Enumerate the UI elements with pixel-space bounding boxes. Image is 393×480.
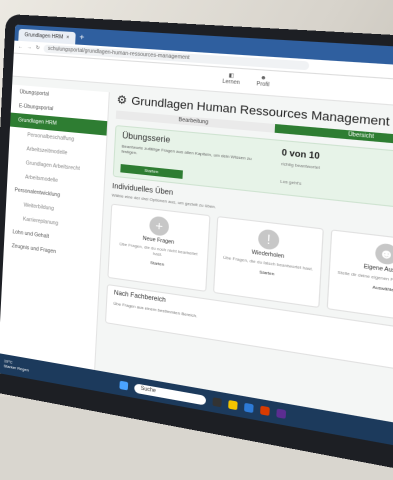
lets-go-text: Los geht's bbox=[279, 178, 302, 186]
person-icon: ☻ bbox=[374, 242, 393, 266]
laptop-screen: Grundlagen HRM × + ← → ↻ schulungsportal… bbox=[0, 24, 393, 453]
nach-desc: Übe Fragen aus einem bestimmten Bereich. bbox=[113, 300, 198, 319]
back-icon[interactable]: ← bbox=[18, 44, 23, 50]
sidebar: Übungsportal E-Übungsportal Grundlagen H… bbox=[0, 84, 110, 391]
close-icon[interactable]: × bbox=[66, 32, 70, 44]
start-icon[interactable] bbox=[119, 380, 129, 391]
taskbar-search[interactable]: Suche bbox=[134, 382, 207, 406]
main-content: ⚙ Grundlagen Human Ressources Management… bbox=[103, 93, 393, 428]
option-card-eigene-auswahl[interactable]: ☻ Eigene Auswahl Stelle dir deine eigene… bbox=[326, 229, 393, 326]
exclamation-icon: ! bbox=[257, 228, 280, 251]
folder-icon[interactable] bbox=[228, 399, 238, 411]
toolbar-label: Profil bbox=[256, 80, 270, 89]
laptop: Grundlagen HRM × + ← → ↻ schulungsportal… bbox=[0, 14, 393, 480]
toolbar-item-profil[interactable]: ☻ Profil bbox=[256, 74, 270, 89]
score-value: 0 von 10 bbox=[281, 147, 320, 162]
forward-icon[interactable]: → bbox=[27, 44, 32, 50]
edge-icon[interactable] bbox=[244, 402, 254, 414]
reload-icon[interactable]: ↻ bbox=[36, 45, 40, 51]
tab-title: Grundlagen HRM bbox=[24, 32, 64, 41]
uebung-title: Übungsserie bbox=[122, 130, 171, 145]
plus-icon: + bbox=[148, 215, 170, 237]
start-button[interactable]: Starten bbox=[120, 164, 183, 179]
office-icon[interactable] bbox=[260, 405, 270, 416]
uebung-desc: Beantworte zufällige Fragen aus allen Ka… bbox=[121, 143, 252, 162]
new-tab-icon[interactable]: + bbox=[79, 32, 84, 42]
taskview-icon[interactable] bbox=[212, 397, 222, 408]
toolbar-label: Lernen bbox=[222, 78, 241, 87]
weather-widget[interactable]: 19°C Starker Regen bbox=[4, 358, 30, 372]
option-card-wiederholen[interactable]: ! Wiederholen Übe Fragen, die du falsch … bbox=[212, 215, 324, 309]
toolbar-item-lernen[interactable]: ◧ Lernen bbox=[222, 72, 241, 87]
option-card-neue-fragen[interactable]: + Neue Fragen Übe Fragen, die du noch ni… bbox=[107, 203, 211, 292]
cog-icon: ⚙ bbox=[116, 93, 128, 108]
score-sub: richtig beantwortet bbox=[280, 160, 320, 171]
teams-icon[interactable] bbox=[276, 408, 287, 419]
option-action[interactable]: Auswählen bbox=[329, 278, 393, 299]
